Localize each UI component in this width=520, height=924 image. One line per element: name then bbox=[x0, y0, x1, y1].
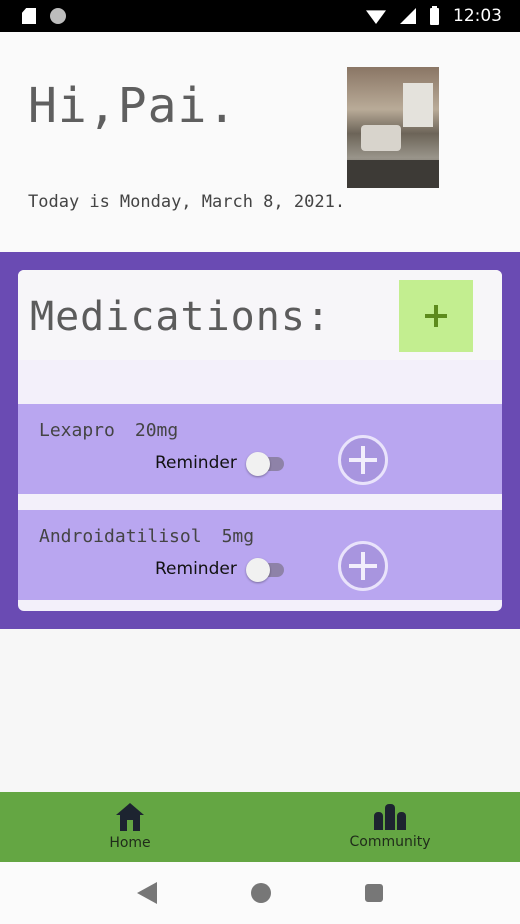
notification-circle-icon bbox=[50, 8, 66, 24]
medication-name: Androidatilisol bbox=[39, 526, 202, 547]
circle-plus-icon bbox=[349, 552, 377, 580]
community-person-left bbox=[374, 812, 383, 830]
reminder-toggle[interactable] bbox=[246, 557, 286, 582]
medication-dose: 20mg bbox=[134, 420, 179, 441]
medication-item: Androidatilisol 5mg Reminder bbox=[18, 504, 502, 600]
community-icon bbox=[374, 804, 406, 830]
add-dose-button[interactable] bbox=[338, 435, 388, 485]
home-icon bbox=[116, 803, 144, 831]
medications-title: Medications: bbox=[30, 294, 331, 340]
medication-name: Lexapro bbox=[39, 420, 115, 441]
nav-community-label: Community bbox=[349, 834, 431, 850]
today-prefix: Today is bbox=[28, 192, 110, 212]
plus-icon bbox=[425, 305, 447, 327]
medication-name-row: Lexapro 20mg bbox=[39, 420, 178, 441]
medication-dose: 5mg bbox=[221, 526, 255, 547]
community-person-right bbox=[397, 812, 406, 830]
wifi-icon bbox=[366, 10, 386, 24]
current-date: Monday, March 8, 2021. bbox=[119, 192, 346, 212]
status-left bbox=[22, 8, 66, 24]
community-person-center bbox=[385, 804, 395, 830]
avatar-chair bbox=[361, 125, 401, 151]
date-line: Today is Monday, March 8, 2021. bbox=[28, 192, 345, 212]
system-navigation bbox=[0, 862, 520, 924]
home-door bbox=[127, 820, 133, 831]
home-circle-icon[interactable] bbox=[251, 883, 271, 903]
reminder-label: Reminder bbox=[155, 559, 237, 579]
avatar[interactable] bbox=[347, 67, 439, 188]
reminder-toggle[interactable] bbox=[246, 451, 286, 476]
reminder-label: Reminder bbox=[155, 453, 237, 473]
medications-card: Medications: Lexapro 20mg Reminder Andro… bbox=[18, 270, 502, 611]
status-time: 12:03 bbox=[453, 6, 502, 26]
medication-item: Lexapro 20mg Reminder bbox=[18, 398, 502, 494]
circle-plus-icon bbox=[349, 446, 377, 474]
add-dose-button[interactable] bbox=[338, 541, 388, 591]
status-bar: 12:03 bbox=[0, 0, 520, 32]
recent-apps-icon[interactable] bbox=[365, 884, 383, 902]
nav-home[interactable]: Home bbox=[0, 792, 260, 862]
greeting-header: Hi,Pai. Today is Monday, March 8, 2021. bbox=[0, 32, 520, 252]
medication-name-row: Androidatilisol 5mg bbox=[39, 526, 254, 547]
status-right: 12:03 bbox=[366, 5, 502, 26]
nav-community[interactable]: Community bbox=[260, 792, 520, 862]
back-icon[interactable] bbox=[137, 882, 157, 904]
medications-panel: Medications: Lexapro 20mg Reminder Andro… bbox=[0, 252, 520, 629]
toggle-thumb bbox=[246, 558, 270, 582]
medications-header: Medications: bbox=[18, 270, 502, 360]
avatar-window bbox=[403, 83, 433, 127]
sd-card-icon bbox=[22, 8, 36, 24]
bottom-nav: Home Community bbox=[0, 792, 520, 862]
medication-list: Lexapro 20mg Reminder Androidatilisol 5m… bbox=[18, 398, 502, 600]
avatar-floor bbox=[347, 160, 439, 188]
signal-icon bbox=[400, 8, 416, 24]
battery-icon bbox=[430, 5, 439, 25]
toggle-thumb bbox=[246, 452, 270, 476]
add-medication-button[interactable] bbox=[399, 280, 473, 352]
greeting-title: Hi,Pai. bbox=[28, 78, 238, 134]
nav-home-label: Home bbox=[109, 835, 151, 851]
